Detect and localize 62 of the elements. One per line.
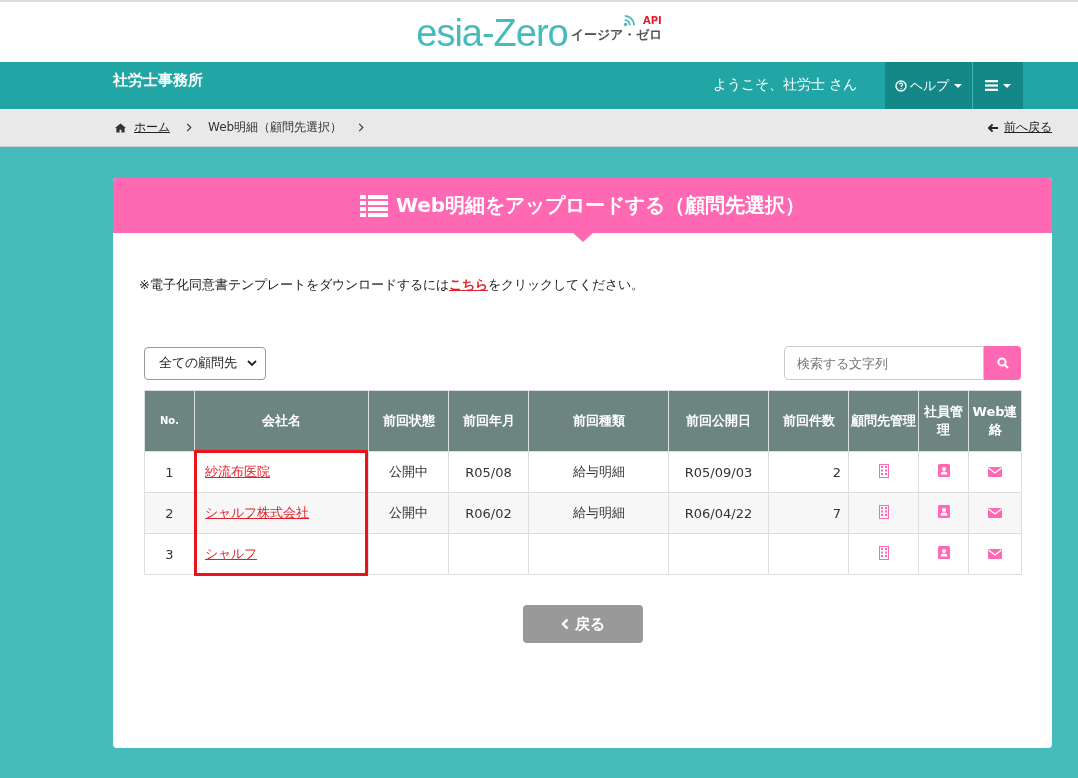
client-filter-dropdown[interactable]: 全ての顧問先 bbox=[144, 346, 266, 380]
table-cell: 3 bbox=[165, 546, 174, 562]
table-cell: 公開中 bbox=[389, 505, 428, 520]
column-header: 前回種類 bbox=[528, 390, 669, 452]
envelope-icon[interactable] bbox=[988, 507, 1002, 518]
column-header: Web連絡 bbox=[968, 390, 1022, 452]
search-icon bbox=[996, 357, 1009, 369]
breadcrumb-link[interactable]: ホーム bbox=[134, 119, 170, 136]
search-field[interactable]: 検索する文字列 bbox=[784, 346, 984, 380]
table-cell: R06/04/22 bbox=[684, 505, 753, 521]
table-cell: R05/08 bbox=[465, 464, 512, 480]
chevron-right-icon bbox=[186, 123, 192, 132]
logo-wordmark: esia-Zero bbox=[416, 11, 568, 55]
envelope-icon[interactable] bbox=[988, 466, 1002, 477]
company-link[interactable]: 紗流布医院 bbox=[205, 464, 270, 479]
back-link[interactable]: 前へ戻る bbox=[1004, 119, 1052, 136]
table-cell: R05/09/03 bbox=[684, 464, 753, 480]
table-cell: 公開中 bbox=[389, 464, 428, 479]
table-cell: R06/02 bbox=[465, 505, 512, 521]
breadcrumb-item: Web明細（顧問先選択） bbox=[208, 119, 343, 136]
signal-waves-icon bbox=[622, 15, 635, 27]
back-button[interactable]: 戻る bbox=[522, 605, 643, 643]
list-icon bbox=[359, 194, 388, 217]
menu-icon bbox=[985, 80, 998, 91]
help-icon bbox=[895, 79, 907, 92]
column-header: 前回件数 bbox=[768, 390, 849, 452]
column-header: 顧問先管理 bbox=[848, 390, 919, 452]
column-header: 前回公開日 bbox=[668, 390, 769, 452]
logo-reading: イージア・ゼロ bbox=[570, 27, 662, 43]
help-menu-button[interactable]: ヘルプ bbox=[885, 62, 972, 109]
table-cell: 7 bbox=[832, 505, 841, 521]
notice-text: ※電子化同意書テンプレートをダウンロードするにはこちら をクリックしてください。 bbox=[139, 276, 645, 294]
download-link[interactable]: こちら bbox=[448, 277, 488, 292]
contact-book-icon[interactable] bbox=[937, 464, 950, 477]
table-cell: 給与明細 bbox=[572, 505, 625, 520]
building-icon[interactable] bbox=[878, 463, 889, 478]
table-cell: 2 bbox=[165, 505, 174, 521]
chevron-down-icon bbox=[247, 360, 257, 366]
menu-button[interactable] bbox=[972, 62, 1023, 109]
column-header: 会社名 bbox=[194, 390, 369, 452]
logo-api-label: API bbox=[642, 15, 662, 27]
company-link[interactable]: シャルフ bbox=[205, 546, 257, 561]
column-header: No. bbox=[144, 390, 195, 452]
contact-book-icon[interactable] bbox=[937, 505, 950, 518]
welcome-text: ようこそ、社労士 さん bbox=[712, 75, 857, 94]
building-icon[interactable] bbox=[878, 545, 889, 560]
envelope-icon[interactable] bbox=[988, 548, 1002, 559]
chevron-right-icon bbox=[358, 123, 365, 132]
arrow-left-icon bbox=[988, 122, 999, 133]
table-cell: 1 bbox=[165, 464, 174, 480]
column-header: 社員管理 bbox=[918, 390, 969, 452]
chevron-left-icon bbox=[560, 618, 569, 630]
table-cell: 2 bbox=[832, 464, 841, 480]
column-header: 前回状態 bbox=[368, 390, 449, 452]
home-icon bbox=[115, 122, 126, 133]
card-title: Web明細をアップロードする（顧問先選択） bbox=[395, 192, 806, 219]
search-button[interactable] bbox=[984, 346, 1021, 380]
office-name: 社労士事務所 bbox=[113, 71, 203, 90]
column-header: 前回年月 bbox=[448, 390, 529, 452]
contact-book-icon[interactable] bbox=[937, 546, 950, 559]
building-icon[interactable] bbox=[878, 504, 889, 519]
table-cell: 給与明細 bbox=[572, 464, 625, 479]
